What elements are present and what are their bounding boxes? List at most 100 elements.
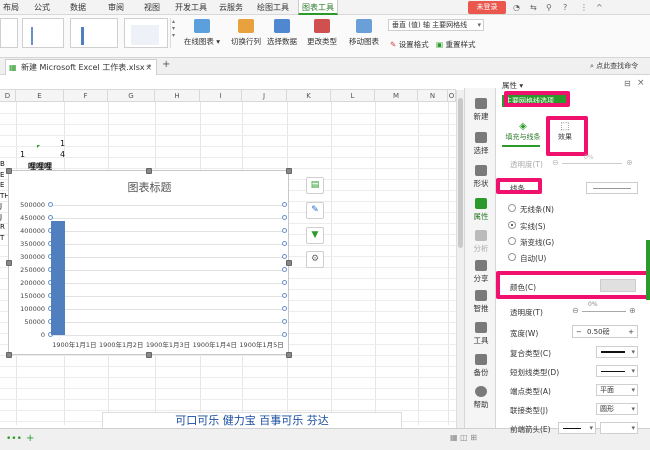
radio-gradient-line[interactable] xyxy=(508,237,516,245)
column-header[interactable]: G xyxy=(108,90,155,102)
gridline[interactable] xyxy=(51,205,285,206)
chart-style-thumb-3[interactable] xyxy=(70,18,118,48)
gridline[interactable] xyxy=(51,244,285,245)
cell-text[interactable]: R xyxy=(0,223,5,231)
column-header[interactable]: F xyxy=(64,90,108,102)
column-header[interactable]: J xyxy=(242,90,287,102)
chart-resize-handle[interactable] xyxy=(6,352,12,358)
tab-drawing-tools[interactable]: 绘图工具 xyxy=(254,0,292,15)
sidebar-item-help[interactable]: 帮助 xyxy=(465,386,497,410)
radio-solid-line[interactable] xyxy=(508,221,516,229)
cap-type-select[interactable]: 平面 xyxy=(596,384,638,396)
gridline[interactable] xyxy=(51,218,285,219)
gridline[interactable] xyxy=(51,257,285,258)
chart-style-thumb-4[interactable] xyxy=(124,18,168,48)
close-tab-icon[interactable]: × xyxy=(145,60,152,75)
plus-icon[interactable]: + xyxy=(628,326,634,338)
gridline[interactable] xyxy=(51,322,285,323)
new-tab-icon[interactable]: + xyxy=(162,59,170,70)
scrollbar-thumb[interactable] xyxy=(458,98,463,248)
more-icon[interactable]: ⋮ xyxy=(580,3,588,12)
sidebar-item-tools[interactable]: 工具 xyxy=(465,322,497,346)
width-stepper[interactable]: − 0.50磅 + xyxy=(572,325,638,338)
gridline-selection-marker[interactable] xyxy=(48,202,53,207)
tab-cloud[interactable]: 云服务 xyxy=(216,0,246,15)
tab-review[interactable]: 审阅 xyxy=(104,0,128,15)
gridline-selection-marker[interactable] xyxy=(282,280,287,285)
collapse-icon[interactable]: ^ xyxy=(596,3,603,12)
column-header[interactable]: I xyxy=(200,90,242,102)
chart-style-brush-icon[interactable]: ✎ xyxy=(306,202,324,219)
share-icon[interactable]: ⇆ xyxy=(530,3,537,12)
tab-layout[interactable]: 布局 xyxy=(0,0,22,15)
gridline[interactable] xyxy=(51,335,285,336)
sidebar-item-share[interactable]: 分享 xyxy=(465,260,497,284)
gridline[interactable] xyxy=(51,270,285,271)
gridline-selection-marker[interactable] xyxy=(282,319,287,324)
gridline[interactable] xyxy=(51,283,285,284)
set-format-button[interactable]: ✎ 设置格式 xyxy=(390,39,429,50)
reset-style-button[interactable]: ▣ 重置样式 xyxy=(436,39,475,50)
column-header[interactable]: O xyxy=(448,90,456,102)
cell-e2[interactable]: 4 xyxy=(60,150,65,159)
gridline-selection-marker[interactable] xyxy=(282,228,287,233)
gridline[interactable] xyxy=(51,309,285,310)
cell-text[interactable]: J xyxy=(0,202,2,210)
gridline-selection-marker[interactable] xyxy=(282,267,287,272)
increase-icon[interactable]: ⊕ xyxy=(629,306,636,315)
transparency-slider-2[interactable] xyxy=(582,311,626,312)
tab-developer[interactable]: 开发工具 xyxy=(172,0,210,15)
chart-elements-icon[interactable]: ▤ xyxy=(306,177,324,194)
chart-resize-handle[interactable] xyxy=(286,352,292,358)
bar[interactable] xyxy=(51,220,66,335)
front-arrow-size-select[interactable] xyxy=(600,422,638,434)
sidebar-item-backup[interactable]: 备份 xyxy=(465,354,497,378)
select-data-button[interactable]: 选择数据 xyxy=(266,19,298,47)
chart-element-select[interactable]: 垂直 (值) 轴 主要网格线 xyxy=(388,19,484,31)
column-header[interactable]: K xyxy=(287,90,331,102)
move-chart-button[interactable]: 移动图表 xyxy=(348,19,380,47)
column-header[interactable]: M xyxy=(375,90,418,102)
formula-bar[interactable] xyxy=(0,75,456,90)
command-search[interactable]: ⌕ 点此查找命令 xyxy=(590,61,638,71)
gridline-selection-marker[interactable] xyxy=(282,215,287,220)
sidebar-item-select[interactable]: 选择 xyxy=(465,132,497,156)
gridline-selection-marker[interactable] xyxy=(282,306,287,311)
tab-data[interactable]: 数据 xyxy=(66,0,90,15)
chart-resize-handle[interactable] xyxy=(6,168,12,174)
cell-text[interactable]: J xyxy=(0,213,2,221)
view-mode-icon[interactable]: ▦ ◫ ⊞ xyxy=(450,433,477,442)
sidebar-item-properties[interactable]: 属性 xyxy=(465,198,497,222)
decrease-icon[interactable]: ⊖ xyxy=(572,306,579,315)
gridline[interactable] xyxy=(51,231,285,232)
radio-no-line[interactable] xyxy=(508,204,516,212)
tab-chart-tools[interactable]: 图表工具 xyxy=(298,0,338,15)
plot-area[interactable]: 500000 450000 400000 350000 300000 250000 2000… xyxy=(9,171,290,356)
cell-e1[interactable]: 1 xyxy=(60,139,65,148)
tab-formula[interactable]: 公式 xyxy=(30,0,54,15)
login-button[interactable]: 未登录 xyxy=(468,1,506,14)
switch-row-col-button[interactable]: 切换行列 xyxy=(230,19,262,47)
join-type-select[interactable]: 圆形 xyxy=(596,403,638,415)
add-sheet-icon[interactable]: + xyxy=(26,433,34,444)
gridline-selection-marker[interactable] xyxy=(282,202,287,207)
chart-area[interactable]: 图表标题 500000 450000 400000 350000 300000 25000… xyxy=(8,170,289,355)
chart-resize-handle[interactable] xyxy=(146,168,152,174)
chart-resize-handle[interactable] xyxy=(286,260,292,266)
gridline-selection-marker[interactable] xyxy=(48,215,53,220)
column-header[interactable]: E xyxy=(16,90,64,102)
chart-resize-handle[interactable] xyxy=(286,168,292,174)
sidebar-item-new[interactable]: 新建 xyxy=(465,98,497,122)
sidebar-item-analysis[interactable]: 分析 xyxy=(465,230,497,254)
chart-resize-handle[interactable] xyxy=(6,260,12,266)
chart-style-thumb-2[interactable] xyxy=(22,18,64,48)
help-icon[interactable]: ? xyxy=(563,3,567,12)
radio-auto[interactable] xyxy=(508,253,516,261)
column-header[interactable]: D xyxy=(0,90,16,102)
panel-collapse-icon[interactable]: ⊟ xyxy=(624,79,631,88)
gridline-selection-marker[interactable] xyxy=(282,332,287,337)
column-header[interactable]: H xyxy=(155,90,200,102)
transparency-slider-1[interactable] xyxy=(562,163,622,164)
chart-style-thumb-1[interactable] xyxy=(0,18,18,48)
pin-icon[interactable]: ⚲ xyxy=(546,3,552,12)
